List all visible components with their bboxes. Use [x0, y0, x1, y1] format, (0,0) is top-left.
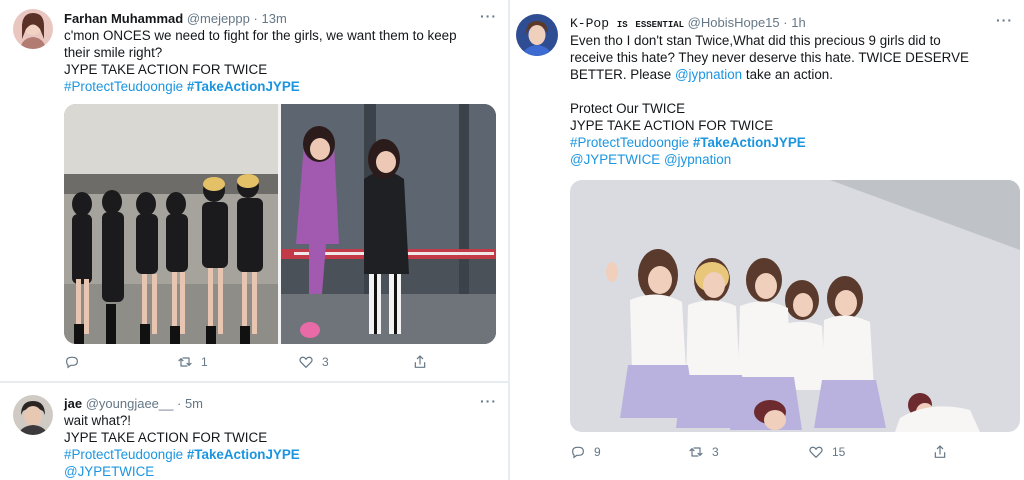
tweet-media[interactable]: [64, 104, 496, 344]
like-count: 15: [832, 445, 846, 459]
share-button[interactable]: [412, 354, 428, 370]
tweet-card-farhan[interactable]: Farhan Muhammad @mejeppp · 13m ··· c'mon…: [0, 0, 508, 381]
reply-icon: [66, 356, 78, 369]
tweet-text-line: wait what?!: [64, 413, 131, 428]
retweet-count: 1: [201, 355, 208, 369]
reply-icon: [572, 446, 584, 459]
tweet-text-line: c'mon ONCES we need to fight for the gir…: [64, 28, 457, 43]
timestamp[interactable]: 5m: [185, 396, 203, 411]
like-button[interactable]: 15: [808, 444, 845, 460]
avatar[interactable]: [13, 395, 53, 435]
tweet-text-line: Protect Our TWICE: [570, 101, 686, 116]
hashtag-link[interactable]: #ProtectTeudoongie: [64, 447, 183, 462]
tweet-text-fragment: take an action.: [742, 67, 833, 82]
retweet-button[interactable]: 1: [177, 354, 208, 370]
tweet-media[interactable]: [570, 180, 1020, 432]
more-options-icon[interactable]: ···: [996, 12, 1013, 28]
handle[interactable]: @youngjaee__: [86, 396, 174, 411]
display-name-prefix: K-Pop: [570, 16, 610, 31]
like-count: 3: [322, 355, 329, 369]
media-photo-group[interactable]: [281, 104, 496, 344]
share-icon: [934, 445, 946, 458]
mention-link[interactable]: @JYPETWICE: [64, 464, 154, 479]
hashtag-link[interactable]: #TakeActionJYPE: [187, 447, 300, 462]
heart-icon: [299, 356, 313, 368]
timestamp[interactable]: 1h: [791, 15, 805, 30]
tweet-card-kpop[interactable]: K-Pop is essential @HobisHope15 · 1h ···…: [510, 0, 1024, 480]
tweet-text-line: Even tho I don't stan Twice,What did thi…: [570, 33, 941, 48]
separator-dot: ·: [176, 396, 182, 411]
retweet-count: 3: [712, 445, 719, 459]
display-name[interactable]: Farhan Muhammad: [64, 11, 183, 26]
reply-button[interactable]: 9: [570, 444, 601, 460]
tweet-card-jae[interactable]: jae @youngjaee__ · 5m ··· wait what?! JY…: [0, 383, 508, 480]
tweet-text-fragment: BETTER. Please: [570, 67, 675, 82]
retweet-button[interactable]: 3: [688, 444, 719, 460]
hashtag-link[interactable]: #ProtectTeudoongie: [570, 135, 689, 150]
display-name-suffix: is essential: [616, 16, 685, 31]
tweet-text: c'mon ONCES we need to fight for the gir…: [64, 27, 457, 95]
retweet-icon: [178, 357, 192, 367]
tweet-text-line: their smile right?: [64, 45, 163, 60]
mention-link[interactable]: @jypnation: [664, 152, 731, 167]
avatar[interactable]: [13, 9, 53, 49]
reply-count: 9: [594, 445, 601, 459]
handle[interactable]: @HobisHope15: [688, 15, 780, 30]
tweet-text-line: receive this hate? They never deserve th…: [570, 50, 969, 65]
tweet-text: wait what?! JYPE TAKE ACTION FOR TWICE #…: [64, 412, 300, 480]
heart-icon: [809, 446, 823, 458]
mention-link[interactable]: @jypnation: [675, 67, 742, 82]
mention-link[interactable]: @JYPETWICE: [570, 152, 660, 167]
like-button[interactable]: 3: [298, 354, 329, 370]
media-photo-group[interactable]: [64, 104, 278, 344]
reply-button[interactable]: [64, 354, 88, 370]
hashtag-link[interactable]: #TakeActionJYPE: [693, 135, 806, 150]
retweet-icon: [689, 447, 703, 457]
more-options-icon[interactable]: ···: [480, 8, 497, 24]
handle[interactable]: @mejeppp: [187, 11, 250, 26]
separator-dot: ·: [783, 15, 788, 30]
hashtag-link[interactable]: #ProtectTeudoongie: [64, 79, 183, 94]
tweet-text-line: JYPE TAKE ACTION FOR TWICE: [64, 430, 268, 445]
tweet-text-line: JYPE TAKE ACTION FOR TWICE: [64, 62, 268, 77]
display-name[interactable]: K-Pop is essential: [570, 16, 684, 31]
avatar[interactable]: [516, 14, 558, 56]
tweet-text-line: JYPE TAKE ACTION FOR TWICE: [570, 118, 774, 133]
display-name[interactable]: jae: [64, 396, 82, 411]
share-button[interactable]: [932, 444, 948, 460]
tweet-actions: 9 3 15: [570, 444, 1020, 464]
timestamp[interactable]: 13m: [261, 11, 286, 26]
separator-dot: ·: [253, 11, 258, 26]
more-options-icon[interactable]: ···: [480, 393, 497, 409]
tweet-text: Even tho I don't stan Twice,What did thi…: [570, 32, 969, 168]
tweet-actions: 1 3: [64, 354, 496, 374]
hashtag-link[interactable]: #TakeActionJYPE: [187, 79, 300, 94]
share-icon: [414, 355, 426, 368]
